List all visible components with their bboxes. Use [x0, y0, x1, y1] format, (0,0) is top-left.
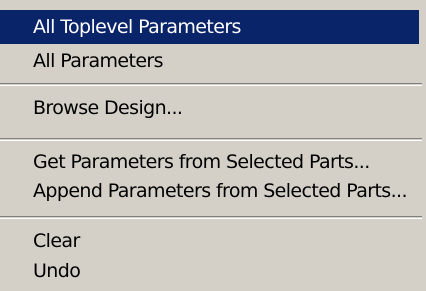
context-menu: All Toplevel Parameters All Parameters B… — [0, 0, 426, 291]
menu-item-append-parameters-from-selected-parts[interactable]: Append Parameters from Selected Parts... — [0, 174, 419, 208]
menu-item-clear[interactable]: Clear — [0, 224, 419, 258]
menu-separator — [0, 138, 422, 141]
menu-item-all-toplevel-parameters[interactable]: All Toplevel Parameters — [0, 10, 419, 44]
menu-item-undo[interactable]: Undo — [0, 254, 419, 288]
menu-separator — [0, 216, 422, 219]
menu-item-all-parameters[interactable]: All Parameters — [0, 44, 419, 78]
menu-separator — [0, 83, 422, 86]
menu-item-browse-design[interactable]: Browse Design... — [0, 91, 419, 125]
